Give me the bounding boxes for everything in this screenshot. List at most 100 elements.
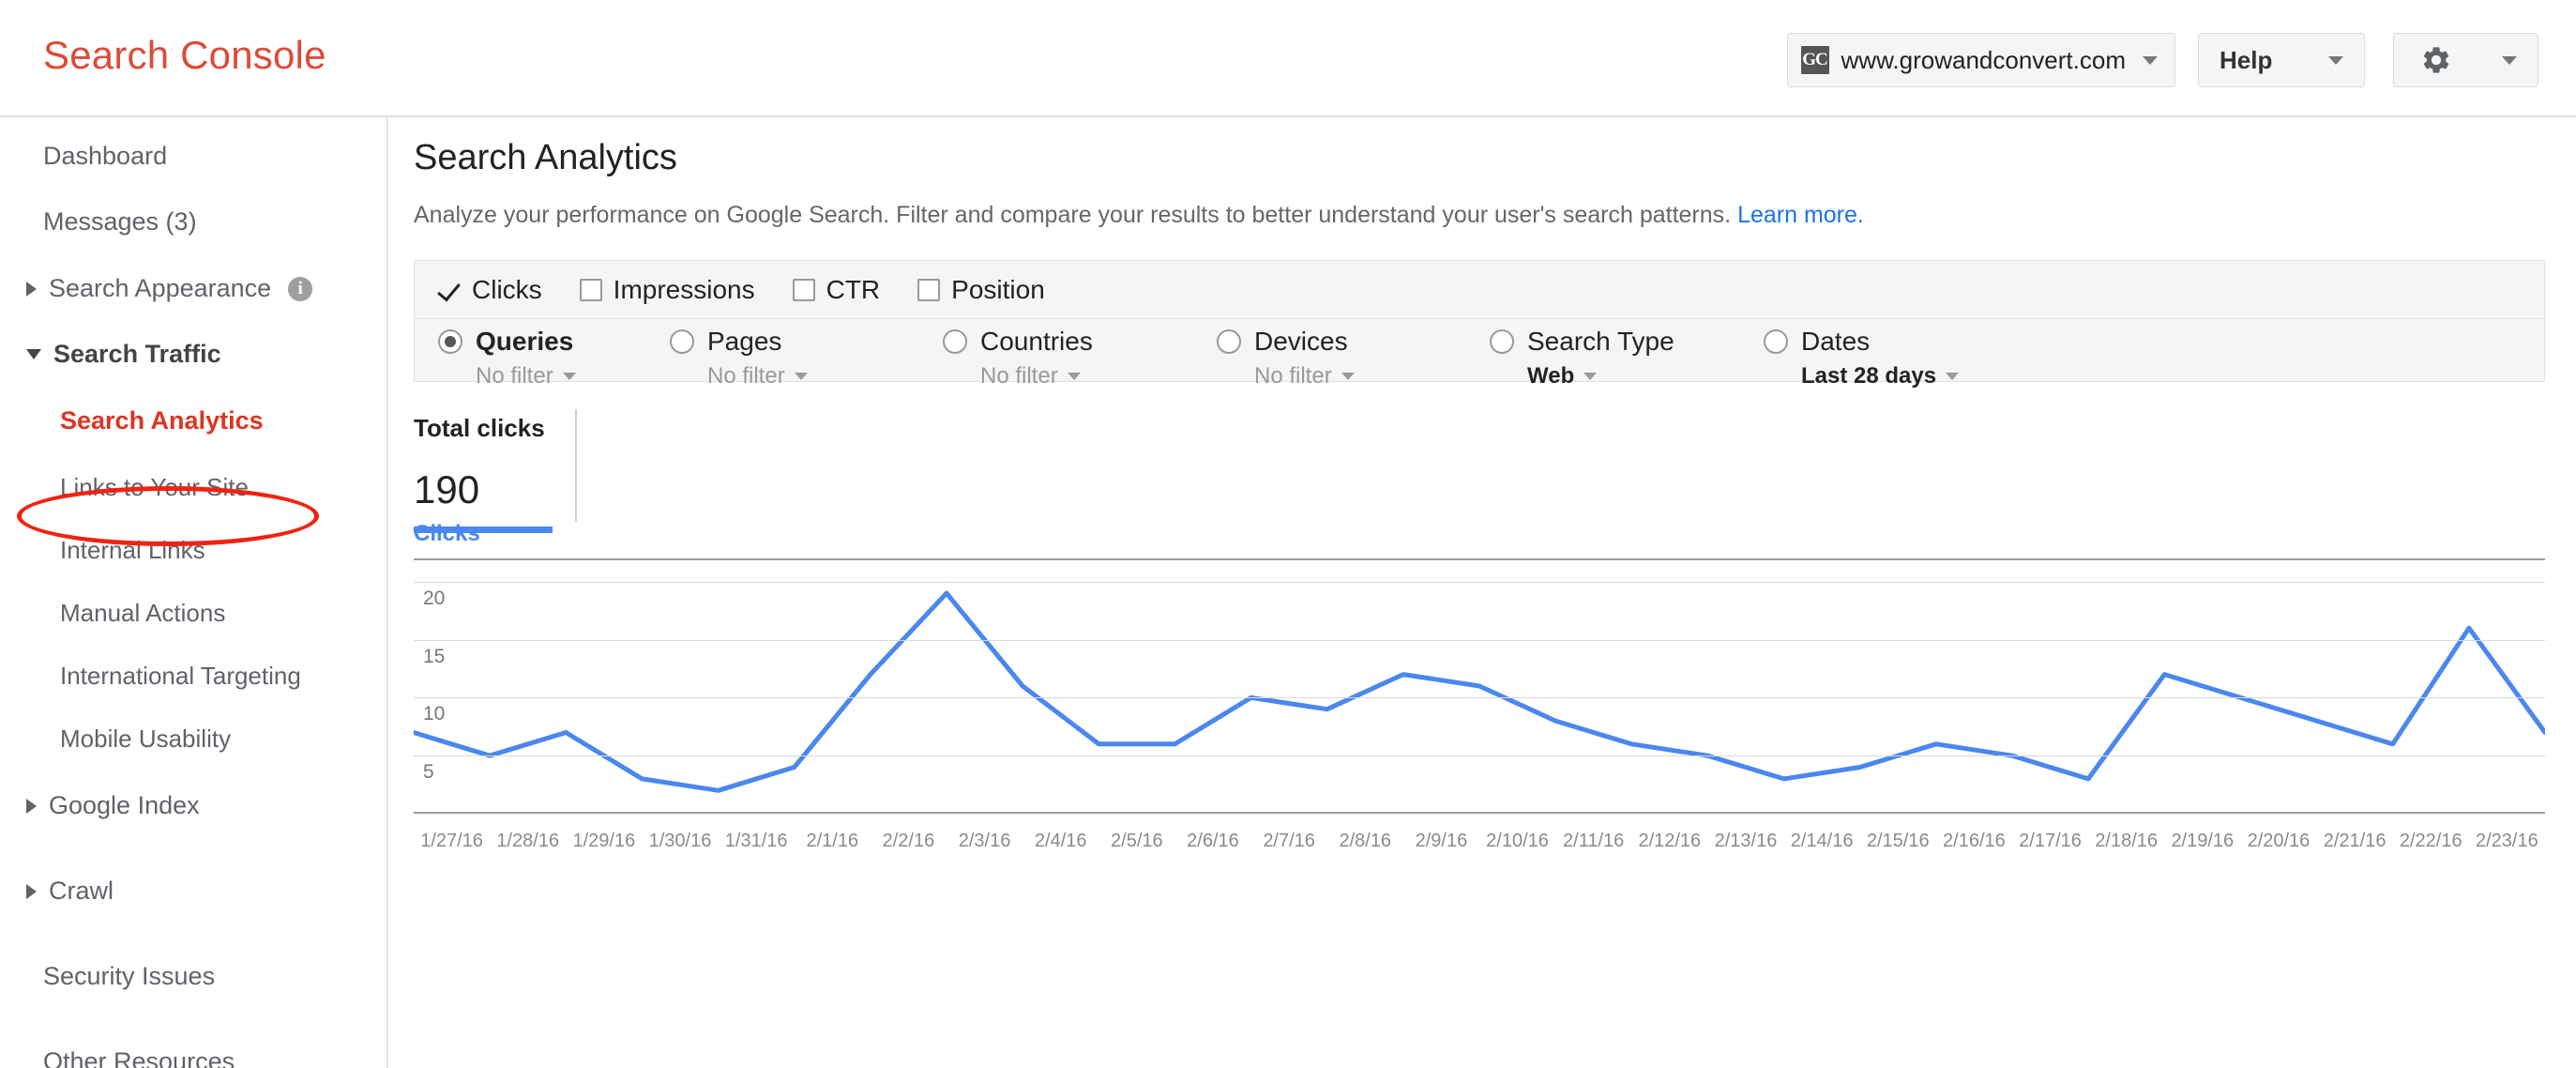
sidebar-item-search-appearance[interactable]: Search Appearance i	[26, 274, 413, 303]
sidebar-item-security-issues[interactable]: Security Issues	[43, 962, 430, 991]
sidebar-item-label: Search Analytics	[60, 406, 264, 435]
chart-x-tick-label: 1/30/16	[648, 831, 712, 851]
chevron-down-icon	[794, 373, 808, 380]
dimension-queries[interactable]: Queries No filter	[438, 327, 576, 389]
sidebar-item-label: Internal Links	[60, 536, 205, 564]
sidebar-item-other-resources[interactable]: Other Resources	[43, 1047, 430, 1068]
chart-x-tick-label: 2/12/16	[1638, 831, 1702, 851]
page-description-text: Analyze your performance on Google Searc…	[414, 202, 1732, 228]
chart-plot-area: 5 10 15 20	[414, 558, 2545, 814]
filter-panel: Clicks Impressions CTR Position Queries …	[414, 260, 2545, 389]
sidebar-item-mobile-usability[interactable]: Mobile Usability	[60, 725, 447, 754]
gear-icon	[2420, 44, 2452, 76]
checkbox-icon	[917, 278, 941, 301]
radio-icon[interactable]	[1764, 329, 1788, 354]
sidebar-item-crawl[interactable]: Crawl	[26, 877, 413, 906]
sidebar-item-international-targeting[interactable]: International Targeting	[60, 662, 447, 691]
main-content: Search Analytics Analyze your performanc…	[390, 117, 2576, 1068]
sidebar-item-links-to-your-site[interactable]: Links to Your Site	[60, 473, 447, 502]
dimension-countries[interactable]: Countries No filter	[943, 327, 1093, 389]
settings-button[interactable]	[2393, 33, 2538, 87]
dimension-label: Devices	[1254, 327, 1348, 356]
chart-x-tick-label: 2/1/16	[806, 831, 859, 851]
dimension-devices[interactable]: Devices No filter	[1217, 327, 1355, 389]
help-button[interactable]: Help	[2198, 33, 2365, 87]
sidebar: Dashboard Messages (3) Search Appearance…	[0, 117, 388, 1068]
radio-icon-selected[interactable]	[438, 329, 462, 354]
chart-series-line	[414, 593, 2545, 790]
sidebar-item-label: International Targeting	[60, 662, 301, 690]
chevron-right-icon	[26, 798, 37, 814]
metric-checkbox-impressions[interactable]: Impressions	[579, 274, 755, 305]
chart-x-tick-label: 1/29/16	[572, 831, 636, 851]
sidebar-item-label: Dashboard	[43, 142, 168, 170]
chart-x-tick-label: 1/28/16	[496, 831, 560, 851]
learn-more-link[interactable]: Learn more.	[1737, 202, 1864, 228]
check-icon	[438, 278, 461, 302]
site-favicon-icon: GC	[1800, 46, 1829, 74]
chart-gridline	[414, 755, 2545, 757]
page-description: Analyze your performance on Google Searc…	[414, 202, 1864, 229]
chart-gridline	[414, 581, 2545, 583]
sidebar-item-label: Google Index	[49, 791, 200, 819]
chart-x-tick-label: 2/22/16	[2399, 831, 2462, 851]
chart-x-tick-label: 2/13/16	[1714, 831, 1778, 851]
sidebar-item-messages[interactable]: Messages (3)	[43, 207, 430, 236]
chart-x-tick-label: 2/20/16	[2247, 831, 2311, 851]
dimension-search-type[interactable]: Search Type Web	[1490, 327, 1674, 389]
total-clicks-value: 190	[414, 467, 480, 511]
chevron-right-icon	[26, 883, 37, 899]
radio-icon[interactable]	[1217, 329, 1241, 354]
metric-label: Impressions	[613, 274, 755, 304]
dimension-label: Countries	[980, 327, 1093, 356]
sidebar-item-dashboard[interactable]: Dashboard	[43, 142, 430, 171]
app-header: Search Console GC www.growandconvert.com…	[0, 0, 2576, 117]
chart-series-label: Clicks	[414, 521, 480, 546]
chart-x-tick-label: 2/14/16	[1790, 831, 1854, 851]
dimension-filter-label: No filter	[1254, 363, 1332, 389]
dimension-filter-label: Last 28 days	[1801, 363, 1937, 389]
chart-x-tick-label: 2/8/16	[1339, 831, 1392, 851]
clicks-chart: Clicks 5 10 15 20 1/27/16 1/28/16 1/29/16 1/30…	[414, 521, 2545, 1068]
totals-block: Total clicks 190	[414, 409, 577, 533]
dimension-filter-search-type[interactable]: Web	[1527, 363, 1674, 389]
chart-x-tick-label: 1/27/16	[420, 831, 483, 851]
chart-x-tick-label: 2/4/16	[1034, 831, 1087, 851]
dimension-filter-dates[interactable]: Last 28 days	[1801, 363, 1960, 389]
total-clicks-label: Total clicks	[414, 414, 545, 442]
sidebar-item-label: Crawl	[49, 877, 114, 905]
dimension-filter-pages[interactable]: No filter	[707, 363, 808, 389]
radio-icon[interactable]	[670, 329, 694, 354]
metric-checkbox-clicks[interactable]: Clicks	[438, 275, 542, 305]
dimension-pages[interactable]: Pages No filter	[670, 327, 808, 389]
sidebar-item-label: Messages (3)	[43, 207, 197, 236]
metric-checkbox-position[interactable]: Position	[917, 275, 1045, 305]
info-icon[interactable]: i	[288, 276, 313, 301]
dimension-filter-queries[interactable]: No filter	[476, 363, 576, 389]
dimension-filter-devices[interactable]: No filter	[1254, 363, 1355, 389]
metric-checkbox-ctr[interactable]: CTR	[792, 275, 880, 305]
sidebar-item-internal-links[interactable]: Internal Links	[60, 536, 447, 565]
page-title: Search Analytics	[414, 138, 677, 177]
chart-x-tick-label: 2/6/16	[1187, 831, 1239, 851]
dimension-label: Queries	[476, 327, 574, 356]
chart-y-tick-label: 15	[423, 645, 446, 667]
sidebar-item-manual-actions[interactable]: Manual Actions	[60, 599, 447, 628]
chevron-down-icon	[2143, 55, 2158, 65]
chevron-down-icon	[26, 349, 41, 359]
chart-x-axis: 1/27/16 1/28/16 1/29/16 1/30/16 1/31/16 2/1/1…	[414, 831, 2545, 852]
sidebar-item-search-analytics[interactable]: Search Analytics	[60, 406, 447, 435]
sidebar-item-search-traffic[interactable]: Search Traffic	[26, 340, 413, 369]
site-selector-button[interactable]: GC www.growandconvert.com	[1786, 33, 2175, 87]
radio-icon[interactable]	[943, 329, 967, 354]
radio-icon[interactable]	[1490, 329, 1514, 354]
chart-x-tick-label: 2/7/16	[1263, 831, 1315, 851]
dimension-dates[interactable]: Dates Last 28 days	[1764, 327, 1960, 389]
chart-x-tick-label: 2/15/16	[1866, 831, 1930, 851]
chart-gridline	[414, 639, 2545, 641]
dimension-filter-countries[interactable]: No filter	[980, 363, 1093, 389]
metric-label: Position	[951, 274, 1045, 304]
chart-x-tick-label: 2/19/16	[2171, 831, 2235, 851]
chevron-down-icon	[1946, 373, 1960, 380]
sidebar-item-google-index[interactable]: Google Index	[26, 791, 413, 820]
